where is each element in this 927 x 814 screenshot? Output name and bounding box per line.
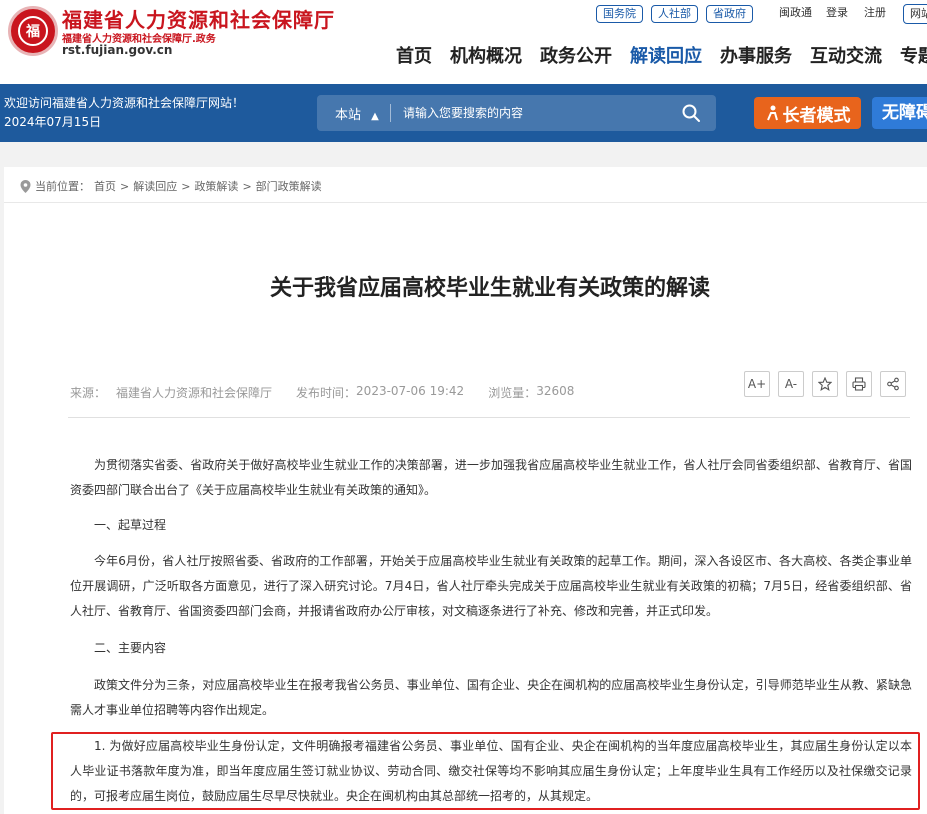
nav-interaction[interactable]: 互动交流 bbox=[810, 42, 882, 68]
top-pill-links: 国务院 人社部 省政府 bbox=[596, 5, 753, 23]
elder-person-icon bbox=[766, 105, 778, 121]
nav-interpretation[interactable]: 解读回应 bbox=[630, 42, 702, 68]
site-url: rst.fujian.gov.cn bbox=[62, 43, 173, 57]
site-emblem-icon[interactable]: 福 bbox=[8, 6, 58, 56]
breadcrumb-separator: > bbox=[181, 179, 191, 193]
current-date: 2024年07月15日 bbox=[4, 115, 102, 129]
breadcrumb-dept-policy[interactable]: 部门政策解读 bbox=[256, 178, 322, 194]
share-button[interactable] bbox=[880, 371, 906, 397]
site-header: 福 福建省人力资源和社会保障厅 福建省人力资源和社会保障厅.政务 rst.fuj… bbox=[0, 0, 927, 84]
elder-mode-label: 长者模式 bbox=[782, 105, 851, 126]
source-value: 福建省人力资源和社会保障厅 bbox=[116, 386, 273, 400]
font-increase-button[interactable]: A+ bbox=[744, 371, 770, 397]
breadcrumb-separator: > bbox=[120, 179, 130, 193]
breadcrumb-separator: > bbox=[242, 179, 252, 193]
breadcrumb-interpretation[interactable]: 解读回应 bbox=[133, 178, 177, 194]
print-button[interactable] bbox=[846, 371, 872, 397]
star-icon bbox=[818, 377, 832, 391]
nav-gov-affairs[interactable]: 政务公开 bbox=[540, 42, 612, 68]
breadcrumb-policy[interactable]: 政策解读 bbox=[194, 178, 238, 194]
font-decrease-button[interactable]: A- bbox=[778, 371, 804, 397]
section-heading-content: 二、主要内容 bbox=[94, 641, 167, 655]
search-bar: 本站 ▲︎ bbox=[317, 95, 716, 131]
breadcrumb: 当前位置： 首页 > 解读回应 > 政策解读 > 部门政策解读 bbox=[20, 178, 322, 194]
views-label: 浏览量： bbox=[488, 386, 537, 400]
nav-home[interactable]: 首页 bbox=[396, 42, 432, 68]
welcome-block: 欢迎访问福建省人力资源和社会保障厅网站！ 2024年07月15日 bbox=[4, 94, 244, 132]
breadcrumb-divider bbox=[4, 202, 927, 203]
site-title[interactable]: 福建省人力资源和社会保障厅 bbox=[62, 4, 335, 33]
search-scope-select[interactable]: 本站 ▲︎ bbox=[335, 104, 379, 123]
article-paragraph: 今年6月份，省人社厅按照省委、省政府的工作部署，开始关于应届高校毕业生就业有关政… bbox=[70, 554, 912, 618]
time-value: 2023-07-06 19:42 bbox=[356, 384, 465, 398]
main-nav: 首页 机构概况 政务公开 解读回应 办事服务 互动交流 专题 bbox=[396, 42, 927, 68]
views-value: 32608 bbox=[536, 384, 575, 398]
welcome-text: 欢迎访问福建省人力资源和社会保障厅网站！ bbox=[4, 96, 245, 110]
section-heading-drafting: 一、起草过程 bbox=[94, 518, 167, 532]
pill-link-province-gov[interactable]: 省政府 bbox=[706, 5, 753, 23]
source-label: 来源： bbox=[70, 386, 107, 400]
link-website[interactable]: 网站 bbox=[903, 4, 927, 24]
search-scope-label: 本站 bbox=[335, 108, 362, 123]
location-pin-icon bbox=[20, 179, 31, 193]
emblem-text: 福 bbox=[18, 16, 48, 46]
search-icon[interactable] bbox=[681, 103, 701, 123]
elder-mode-button[interactable]: 长者模式 bbox=[754, 97, 861, 129]
share-icon bbox=[887, 377, 899, 391]
nav-about[interactable]: 机构概况 bbox=[450, 42, 522, 68]
search-divider bbox=[390, 104, 391, 122]
search-input[interactable] bbox=[403, 103, 663, 123]
article-title: 关于我省应届高校毕业生就业有关政策的解读 bbox=[269, 276, 710, 301]
favorite-button[interactable] bbox=[812, 371, 838, 397]
article-meta: 来源： 福建省人力资源和社会保障厅 发布时间： 2023-07-06 19:42… bbox=[70, 384, 574, 401]
article-tools: A+ A- bbox=[744, 371, 906, 397]
link-register[interactable]: 注册 bbox=[864, 5, 886, 21]
article-paragraph: 为贯彻落实省委、省政府关于做好高校毕业生就业工作的决策部署，进一步加强我省应届高… bbox=[70, 458, 912, 497]
time-label: 发布时间： bbox=[296, 386, 357, 400]
breadcrumb-home[interactable]: 首页 bbox=[94, 178, 116, 194]
link-login[interactable]: 登录 bbox=[826, 5, 848, 21]
breadcrumb-label: 当前位置： bbox=[35, 180, 90, 193]
link-minzhengtong[interactable]: 闽政通 bbox=[779, 5, 812, 21]
meta-divider bbox=[68, 417, 910, 418]
printer-icon bbox=[852, 377, 866, 391]
nav-topics[interactable]: 专题 bbox=[900, 42, 927, 68]
accessibility-button[interactable]: 无障碍 bbox=[872, 97, 927, 129]
updown-arrow-icon: ▲︎ bbox=[371, 111, 379, 122]
highlight-box bbox=[51, 732, 920, 810]
article-paragraph: 政策文件分为三条，对应届高校毕业生在报考我省公务员、事业单位、国有企业、央企在闽… bbox=[70, 678, 912, 717]
nav-services[interactable]: 办事服务 bbox=[720, 42, 792, 68]
pill-link-mohrss[interactable]: 人社部 bbox=[651, 5, 698, 23]
pill-link-state-council[interactable]: 国务院 bbox=[596, 5, 643, 23]
